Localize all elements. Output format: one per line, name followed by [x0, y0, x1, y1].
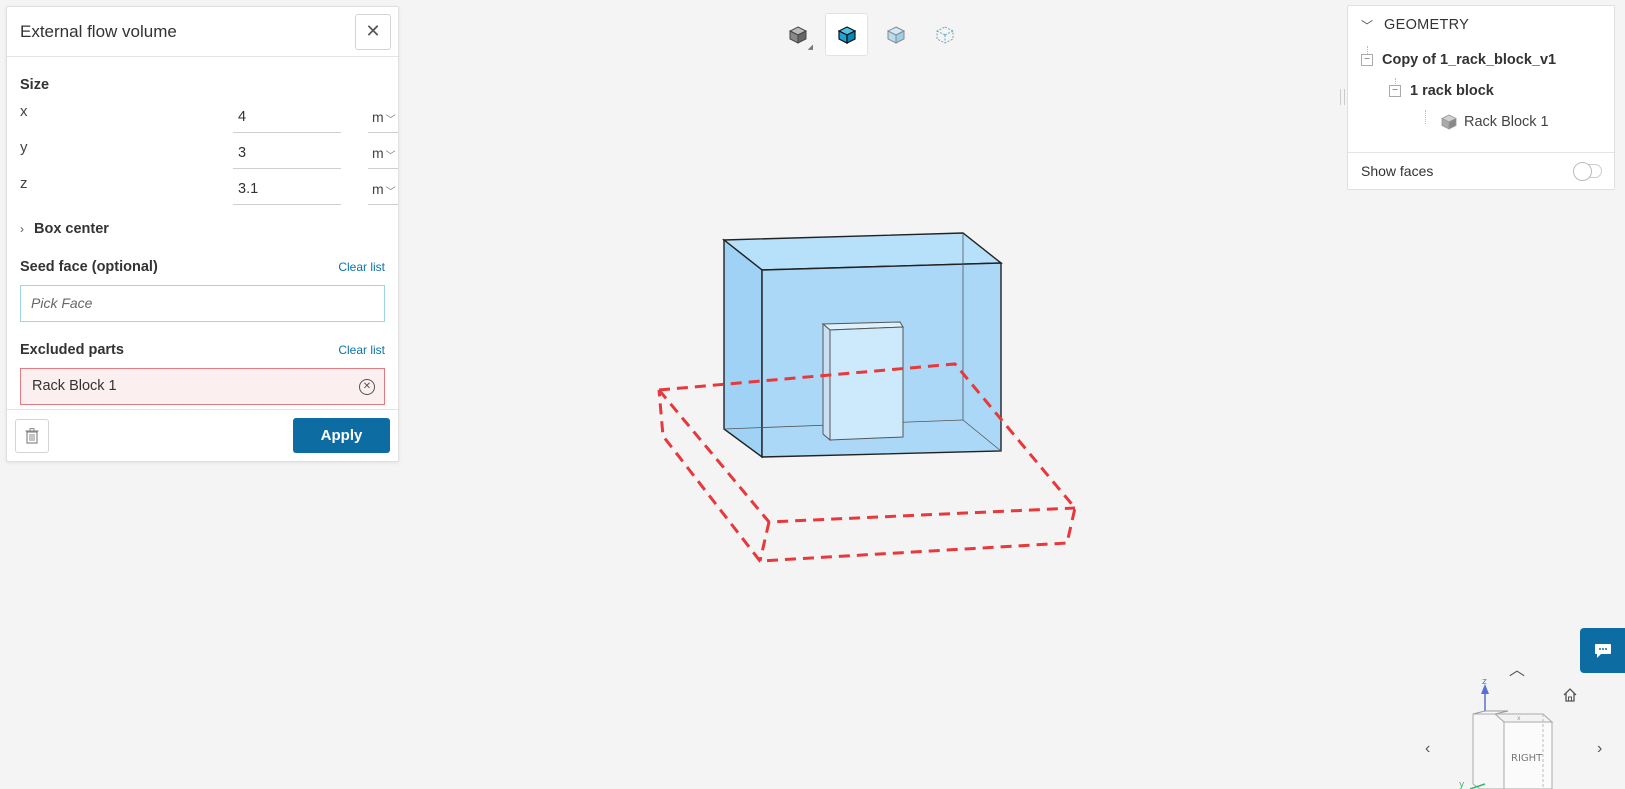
geometry-panel: ﹀ GEOMETRY − Copy of 1_rack_block_v1 − 1…	[1347, 5, 1615, 190]
excluded-parts-clear-link[interactable]: Clear list	[338, 343, 385, 357]
excluded-parts-label: Excluded parts	[20, 342, 124, 358]
geometry-title: GEOMETRY	[1384, 17, 1470, 33]
dimension-input-y[interactable]: 3	[233, 137, 341, 169]
remove-circle-icon[interactable]: ✕	[359, 379, 375, 395]
view-mode-toolbar: ◢	[776, 13, 966, 56]
seed-face-picker[interactable]: Pick Face	[20, 285, 385, 322]
close-icon: ✕	[365, 21, 381, 41]
dimension-row-y: y 3 m ﹀	[20, 137, 398, 173]
home-icon[interactable]	[1563, 688, 1577, 702]
tree-item-child-label: 1 rack block	[1410, 82, 1494, 99]
panel-footer: Apply	[7, 409, 398, 461]
view-solid-edges-button[interactable]	[825, 13, 868, 56]
collapse-icon[interactable]: −	[1389, 84, 1401, 97]
transparent-cube-icon	[886, 25, 905, 44]
chevron-right-icon[interactable]: ›	[1597, 740, 1602, 758]
view-wireframe-button[interactable]	[923, 13, 966, 56]
box-center-toggle[interactable]: › Box center	[20, 217, 385, 241]
dimension-axis-x: x	[20, 103, 28, 120]
chevron-right-icon: ›	[20, 222, 24, 236]
chevron-left-icon[interactable]: ‹	[1425, 740, 1430, 758]
panel-body: Size x 4 m ﹀ y 3 m ﹀ z 3.1 m ﹀ › Box cen…	[7, 77, 398, 405]
size-label: Size	[20, 77, 50, 93]
view-transparent-button[interactable]	[874, 13, 917, 56]
chat-bubble-icon	[1594, 643, 1611, 658]
collapse-icon[interactable]: −	[1361, 53, 1373, 66]
solid-edges-cube-icon	[837, 25, 856, 44]
panel-title: External flow volume	[20, 21, 177, 41]
trash-icon	[25, 427, 39, 444]
seed-face-clear-link[interactable]: Clear list	[338, 260, 385, 274]
excluded-part-label: Rack Block 1	[32, 378, 117, 394]
dimension-row-x: x 4 m ﹀	[20, 101, 398, 137]
tree-item-child[interactable]: − 1 rack block	[1348, 75, 1614, 106]
panel-header: External flow volume ✕	[7, 7, 398, 57]
seed-face-label: Seed face (optional)	[20, 259, 158, 275]
unit-value-x: m	[372, 109, 384, 125]
dimension-input-z[interactable]: 3.1	[233, 173, 341, 205]
nav-cube-face-label: RIGHT	[1511, 753, 1543, 764]
tree-item-leaf-label: Rack Block 1	[1464, 113, 1549, 130]
delete-button[interactable]	[15, 418, 49, 453]
chat-button[interactable]	[1580, 628, 1625, 673]
excluded-parts-header: Excluded parts Clear list	[20, 339, 385, 361]
unit-select-x[interactable]: m ﹀	[368, 101, 398, 133]
rack-block[interactable]	[821, 321, 904, 442]
solid-cube-icon	[788, 25, 807, 44]
unit-value-z: m	[372, 181, 384, 197]
dimension-axis-z: z	[20, 175, 28, 192]
navigation-cube[interactable]: z RIGHT y x	[1448, 676, 1558, 789]
divider	[1348, 152, 1614, 153]
chevron-down-icon: ﹀	[385, 151, 396, 162]
axis-z-label: z	[1482, 677, 1487, 687]
tree-item-root[interactable]: − Copy of 1_rack_block_v1	[1348, 44, 1614, 75]
unit-value-y: m	[372, 145, 384, 161]
dimension-axis-y: y	[20, 139, 28, 156]
size-fields: x 4 m ﹀ y 3 m ﹀ z 3.1 m ﹀	[20, 101, 398, 209]
dropdown-corner-icon: ◢	[807, 44, 813, 51]
axis-x-label: x	[1517, 715, 1521, 722]
geometry-panel-resize-handle[interactable]	[1340, 89, 1345, 105]
dimension-input-x[interactable]: 4	[233, 101, 341, 133]
chevron-down-icon: ﹀	[385, 115, 396, 126]
show-faces-row: Show faces	[1361, 159, 1602, 183]
apply-button[interactable]: Apply	[293, 418, 390, 453]
excluded-part-item[interactable]: Rack Block 1 ✕	[20, 368, 385, 405]
tree-item-leaf[interactable]: Rack Block 1	[1348, 106, 1614, 137]
geometry-header[interactable]: ﹀ GEOMETRY	[1348, 6, 1614, 44]
show-faces-toggle[interactable]	[1573, 162, 1602, 181]
dimension-row-z: z 3.1 m ﹀	[20, 173, 398, 209]
solid-part-icon	[1441, 114, 1457, 130]
wireframe-cube-icon	[936, 25, 953, 44]
unit-select-z[interactable]: m ﹀	[368, 173, 398, 205]
unit-select-y[interactable]: m ﹀	[368, 137, 398, 169]
tree-item-root-label: Copy of 1_rack_block_v1	[1382, 51, 1557, 68]
box-center-label: Box center	[34, 221, 109, 237]
show-faces-label: Show faces	[1361, 163, 1434, 179]
seed-face-header: Seed face (optional) Clear list	[20, 256, 385, 278]
axis-y-label: y	[1459, 780, 1465, 789]
chevron-down-icon: ﹀	[385, 187, 396, 198]
external-flow-volume-panel: External flow volume ✕ Size x 4 m ﹀ y 3 …	[6, 6, 399, 462]
close-button[interactable]: ✕	[355, 13, 391, 50]
chevron-down-icon: ﹀	[1361, 18, 1374, 33]
view-solid-button[interactable]: ◢	[776, 13, 819, 56]
